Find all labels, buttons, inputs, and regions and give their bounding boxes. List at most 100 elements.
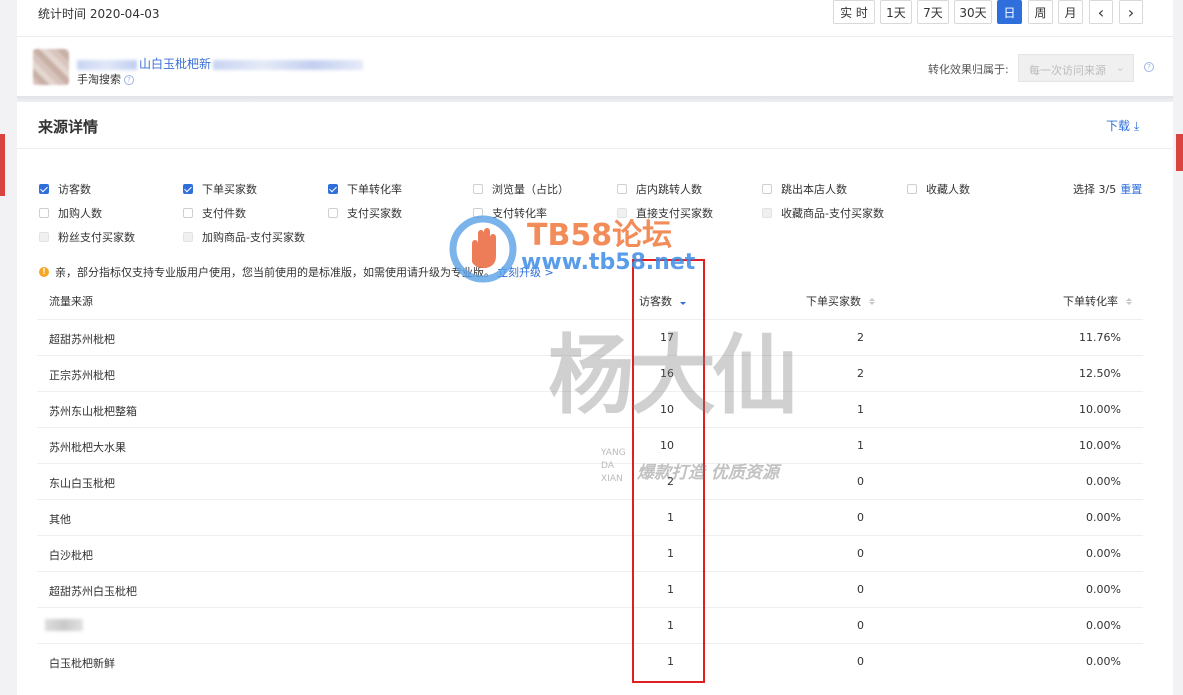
help-icon[interactable]: ? (124, 75, 134, 85)
column-header-order-rate[interactable]: 下单转化率 (1063, 293, 1132, 309)
metric-checkbox-paid-buyers[interactable]: 支付买家数 (328, 205, 402, 221)
period-month-button[interactable]: 月 (1058, 0, 1083, 24)
sort-icon[interactable] (869, 297, 875, 305)
metric-label: 店内跳转人数 (636, 183, 702, 196)
metric-label: 访客数 (58, 183, 91, 196)
cell-source: 东山白玉枇杷 (49, 477, 115, 490)
warning-icon: ! (39, 267, 49, 277)
checkbox-icon (183, 232, 193, 242)
column-label: 下单买家数 (806, 295, 861, 308)
selection-count: 选择 3/5 (1073, 183, 1117, 196)
metric-checkbox-favorites[interactable]: 收藏人数 (907, 181, 970, 197)
cell-source: 白沙枇杷 (49, 549, 93, 562)
download-icon: ⤓ (1133, 119, 1140, 133)
stat-time: 统计时间 2020-04-03 (38, 7, 160, 21)
checkbox-icon (328, 208, 338, 218)
pinyin-line: XIAN (601, 474, 623, 484)
metric-checkbox-store-jumps[interactable]: 店内跳转人数 (617, 181, 702, 197)
metric-label: 支付买家数 (347, 207, 402, 220)
selection-counter: 选择 3/5 重置 (1073, 181, 1142, 197)
cell-source: 苏州东山枇杷整箱 (49, 405, 137, 418)
metric-checkbox-paid-items[interactable]: 支付件数 (183, 205, 246, 221)
metric-label: 支付件数 (202, 207, 246, 220)
shop-name[interactable]: 山白玉枇杷新 (77, 55, 364, 72)
row-divider (37, 499, 1143, 500)
cell-source: 其他 (49, 513, 71, 526)
cell-order-rate: 0.00% (1086, 511, 1121, 524)
prev-arrow-button[interactable]: ‹ (1089, 0, 1113, 24)
period-realtime-button[interactable]: 实 时 (833, 0, 875, 24)
checkbox-icon (473, 184, 483, 194)
metric-checkbox-fan-paid: 粉丝支付买家数 (39, 229, 135, 245)
checkbox-icon (39, 232, 49, 242)
pinyin-line: YANG (601, 448, 626, 458)
cell-source: 苏州枇杷大水果 (49, 441, 126, 454)
checkbox-icon (39, 208, 49, 218)
metric-label: 粉丝支付买家数 (58, 231, 135, 244)
row-divider (37, 463, 1143, 464)
cell-order-rate: 0.00% (1086, 655, 1121, 668)
metric-checkbox-fav-paid: 收藏商品-支付买家数 (762, 205, 884, 221)
checkbox-icon (183, 184, 193, 194)
side-tab-marker (0, 134, 5, 196)
next-arrow-button[interactable]: › (1119, 0, 1143, 24)
checkbox-icon (183, 208, 193, 218)
sort-icon[interactable] (1126, 297, 1132, 305)
reset-link[interactable]: 重置 (1120, 183, 1142, 196)
metric-label: 加购人数 (58, 207, 102, 220)
checkbox-icon (328, 184, 338, 194)
watermark-calligraphy: 杨大仙 (548, 325, 798, 426)
row-divider (37, 607, 1143, 608)
source-subtitle-text: 手淘搜索 (77, 73, 121, 86)
period-7day-button[interactable]: 7天 (917, 0, 949, 24)
metric-checkbox-order-buyers[interactable]: 下单买家数 (183, 181, 257, 197)
period-week-button[interactable]: 周 (1028, 0, 1053, 24)
cell-order-rate: 0.00% (1086, 547, 1121, 560)
cell-order-buyers: 0 (857, 511, 864, 524)
cell-order-buyers: 2 (857, 367, 864, 380)
attribution-label: 转化效果归属于: (928, 63, 1009, 76)
cell-source: 正宗苏州枇杷 (49, 369, 115, 382)
shop-name-text: 山白玉枇杷新 (139, 57, 212, 71)
cell-order-buyers: 1 (857, 439, 864, 452)
metric-checkbox-add-cart[interactable]: 加购人数 (39, 205, 102, 221)
watermark-url: www.tb58.net (521, 250, 696, 275)
metric-checkbox-visitors[interactable]: 访客数 (39, 181, 91, 197)
cell-source: 超甜苏州白玉枇杷 (49, 585, 137, 598)
checkbox-icon (762, 208, 772, 218)
top-toolbar: 统计时间 2020-04-03 实 时 1天 7天 30天 日 周 月 ‹ › (17, 0, 1173, 36)
metric-checkbox-pageviews[interactable]: 浏览量（占比） (473, 181, 569, 197)
metric-checkbox-bounce[interactable]: 跳出本店人数 (762, 181, 847, 197)
download-button[interactable]: 下载 ⤓ (1106, 117, 1139, 134)
column-header-order-buyers[interactable]: 下单买家数 (806, 293, 875, 309)
checkbox-icon (907, 184, 917, 194)
cell-order-rate: 0.00% (1086, 619, 1121, 632)
checkbox-icon (617, 184, 627, 194)
column-label: 流量来源 (49, 295, 93, 308)
cell-source: 超甜苏州枇杷 (49, 333, 115, 346)
attribution-select[interactable]: 每一次访问来源 ⌄ (1018, 54, 1134, 82)
metric-label: 下单买家数 (202, 183, 257, 196)
watermark-pinyin: YANG DA XIAN (601, 447, 626, 486)
cell-order-buyers: 1 (857, 403, 864, 416)
download-label: 下载 (1106, 119, 1131, 133)
period-30day-button[interactable]: 30天 (954, 0, 992, 24)
redacted-text (213, 59, 364, 70)
row-divider (37, 643, 1143, 644)
metric-checkbox-cart-paid: 加购商品-支付买家数 (183, 229, 305, 245)
shop-info-bar: 山白玉枇杷新 手淘搜索? 转化效果归属于: 每一次访问来源 ⌄ ? (17, 36, 1173, 96)
period-day-button[interactable]: 日 (997, 0, 1022, 24)
row-divider (37, 535, 1143, 536)
cell-order-buyers: 0 (857, 655, 864, 668)
checkbox-icon (39, 184, 49, 194)
cell-order-rate: 11.76% (1079, 331, 1121, 344)
watermark-slogan: 爆款打造 优质资源 (637, 463, 779, 483)
cell-order-buyers: 2 (857, 331, 864, 344)
notice-text: 亲，部分指标仅支持专业版用户使用，您当前使用的是标准版，如需使用请升级为专业版。 (55, 266, 495, 279)
help-icon[interactable]: ? (1144, 62, 1154, 72)
period-1day-button[interactable]: 1天 (880, 0, 912, 24)
cell-order-buyers: 0 (857, 475, 864, 488)
cell-order-buyers: 0 (857, 583, 864, 596)
pinyin-line: DA (601, 461, 614, 471)
metric-checkbox-order-rate[interactable]: 下单转化率 (328, 181, 402, 197)
